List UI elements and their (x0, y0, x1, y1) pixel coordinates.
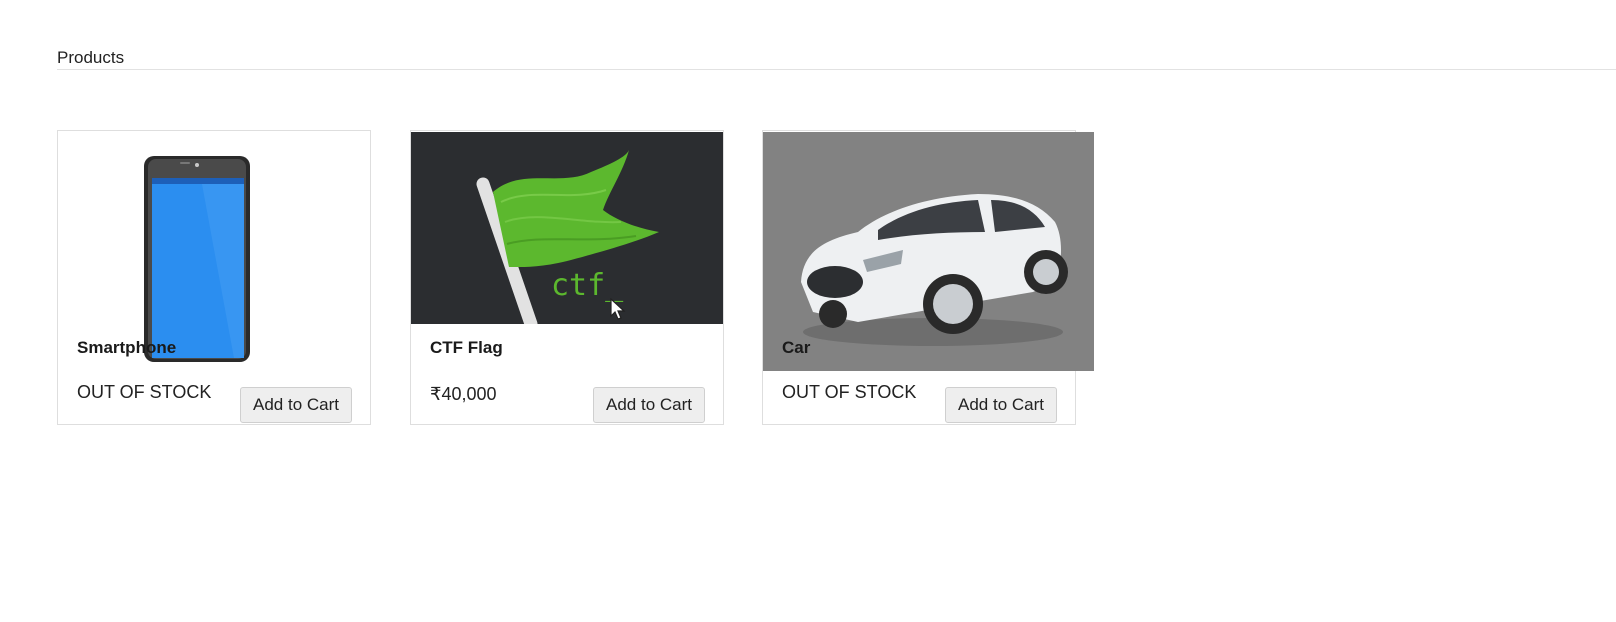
section-title: Products (57, 48, 125, 67)
product-name[interactable]: Car (782, 338, 810, 358)
add-to-cart-button[interactable]: Add to Cart (945, 387, 1057, 423)
add-to-cart-button[interactable]: Add to Cart (593, 387, 705, 423)
stock-status: OUT OF STOCK (77, 382, 212, 402)
section-divider (57, 69, 1616, 70)
mouse-cursor-icon (610, 297, 626, 327)
product-card-car: Car OUT OF STOCK Add to Cart (762, 130, 1094, 425)
add-to-cart-button[interactable]: Add to Cart (240, 387, 352, 423)
product-name[interactable]: Smartphone (77, 338, 176, 358)
smartphone-image[interactable] (142, 156, 252, 362)
product-card-ctf-flag: ctf_ CTF Flag ₹40,000 Add to Cart (410, 130, 724, 425)
product-name[interactable]: CTF Flag (430, 338, 503, 358)
products-page: Products Smartphone OUT OF STOCK Add to … (0, 0, 1616, 622)
ctf-flag-image[interactable]: ctf_ (411, 132, 723, 324)
stock-status: OUT OF STOCK (782, 382, 917, 402)
car-image[interactable] (763, 132, 1094, 371)
product-price: ₹40,000 (430, 384, 497, 404)
product-card-smartphone: Smartphone OUT OF STOCK Add to Cart (57, 130, 371, 425)
